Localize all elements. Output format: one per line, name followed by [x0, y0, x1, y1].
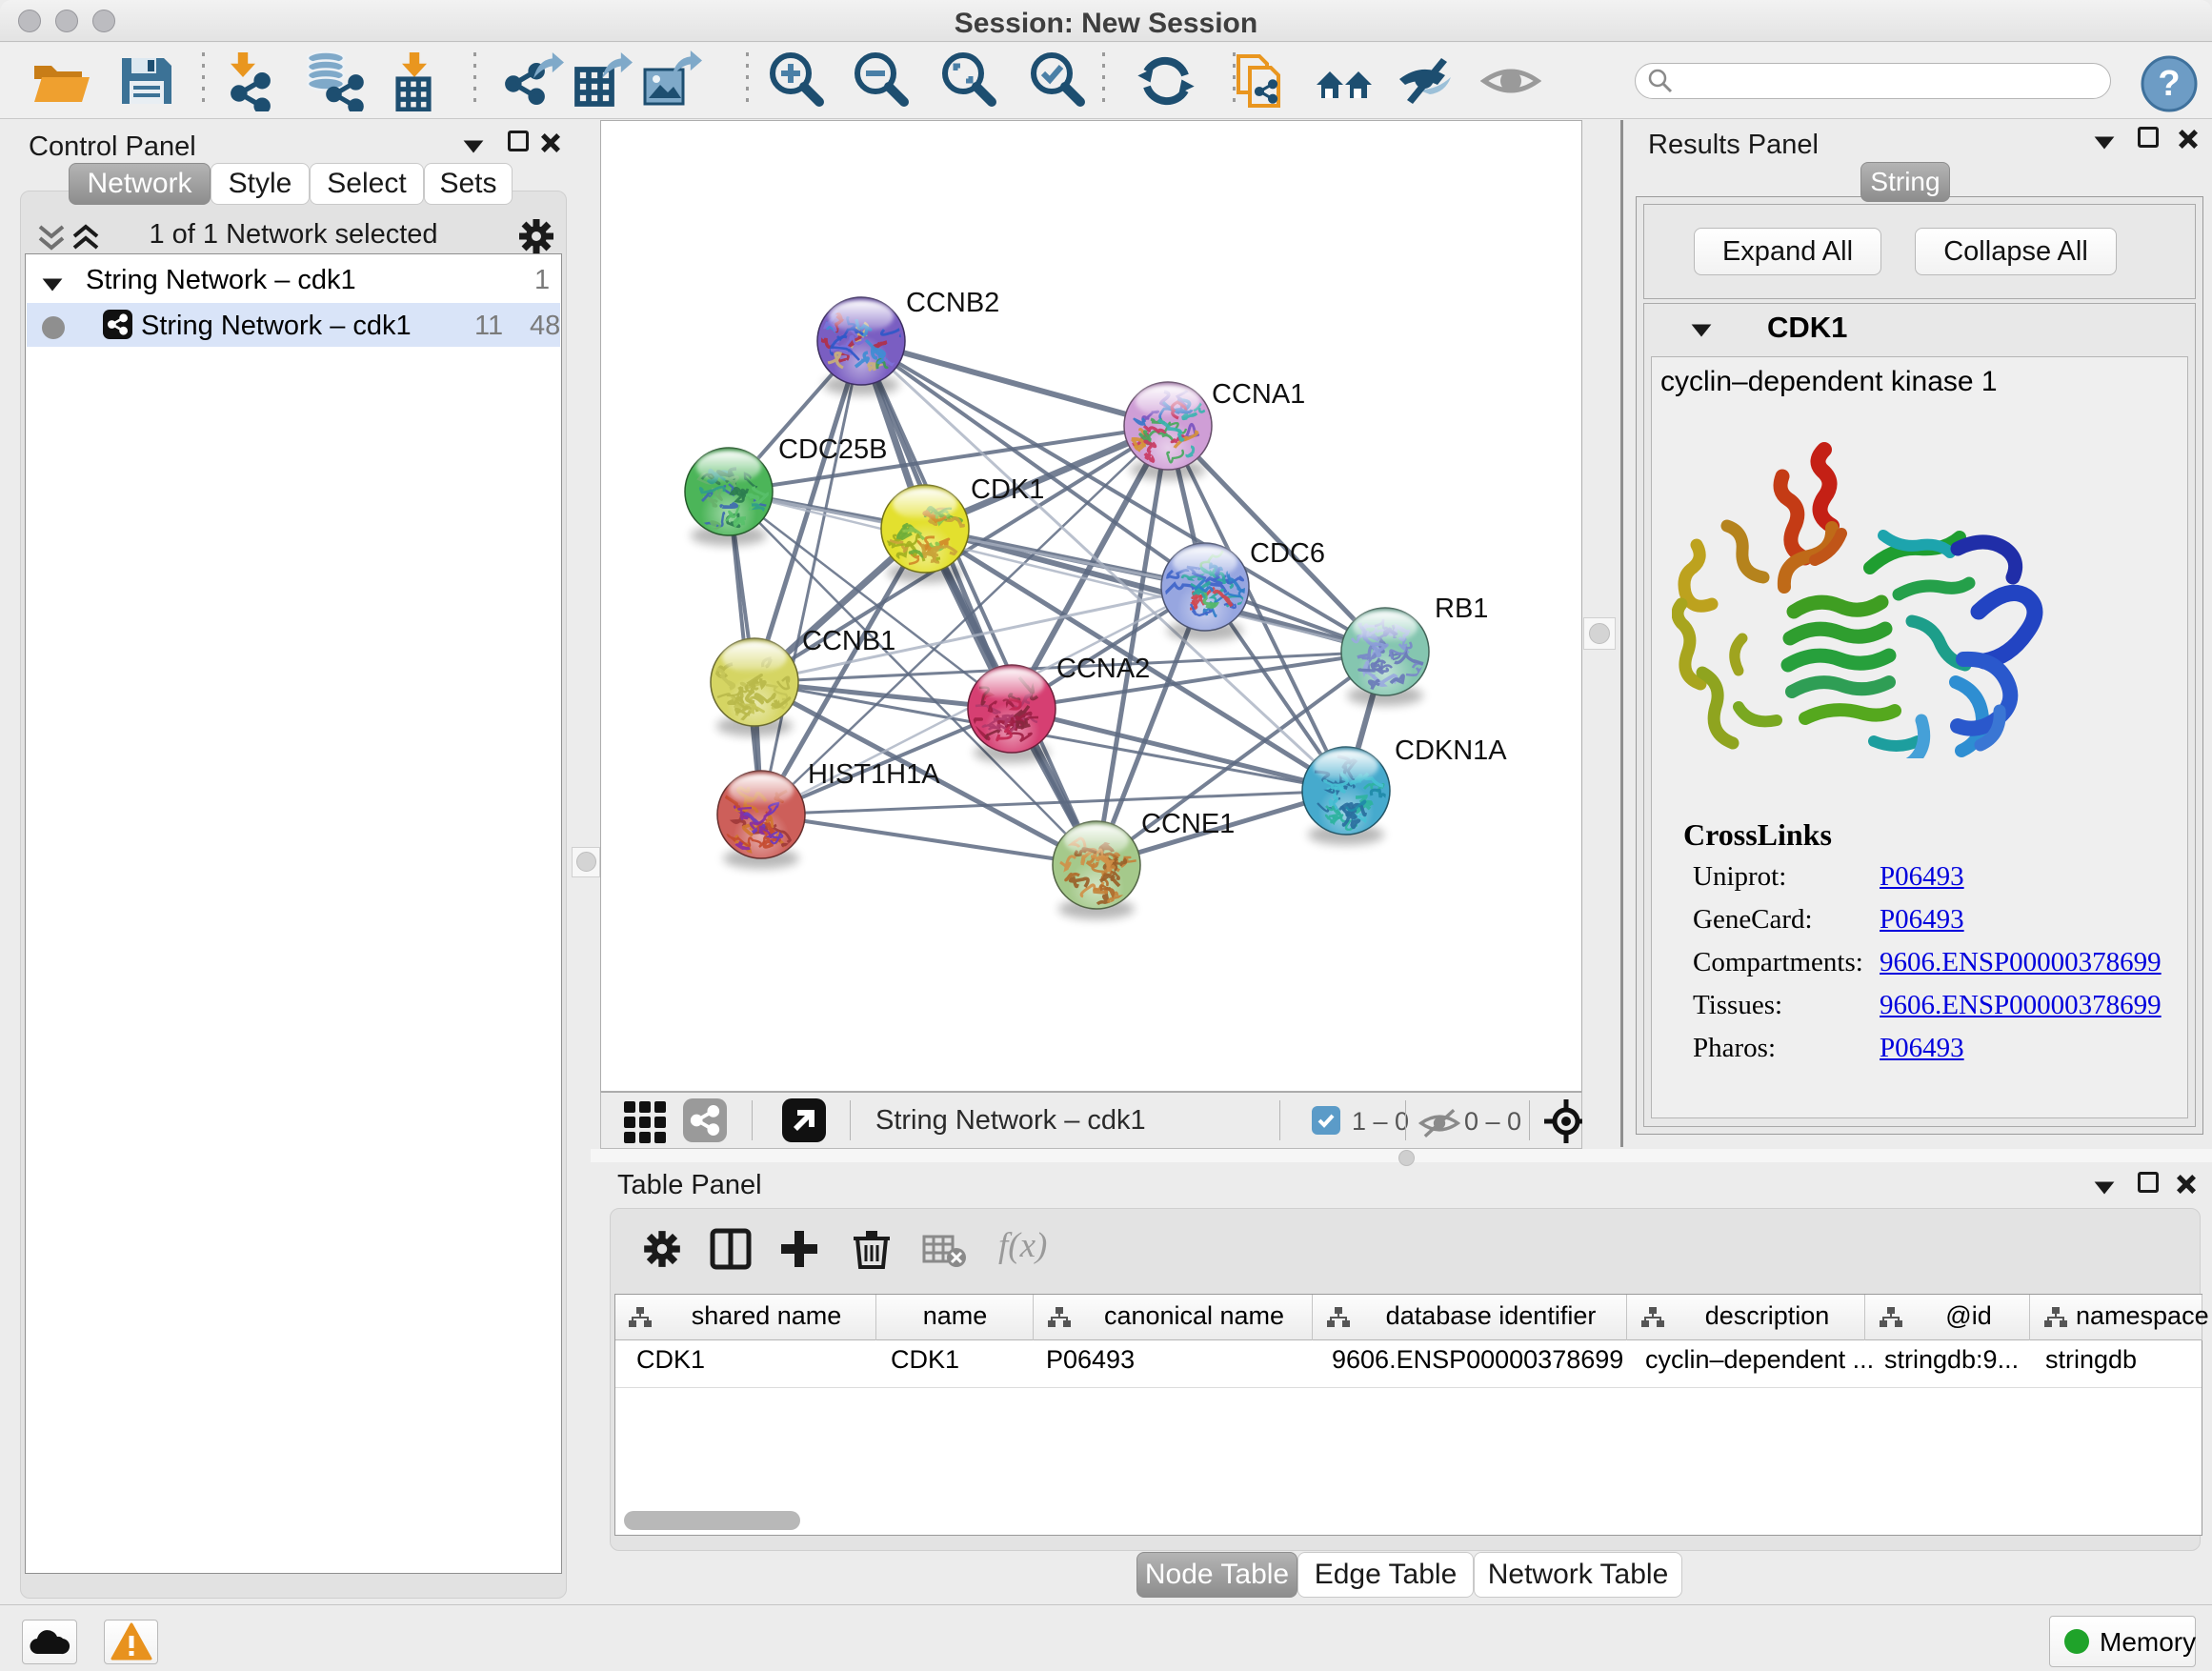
svg-text:CCNB2: CCNB2 [906, 288, 999, 318]
svg-text:RB1: RB1 [1435, 594, 1488, 624]
svg-text:CDK1: CDK1 [971, 474, 1044, 505]
svg-text:CDC25B: CDC25B [778, 434, 887, 465]
svg-text:HIST1H1A: HIST1H1A [808, 759, 940, 790]
svg-text:CCNB1: CCNB1 [802, 626, 895, 656]
svg-text:CCNA1: CCNA1 [1212, 379, 1305, 410]
svg-text:CCNE1: CCNE1 [1141, 809, 1235, 839]
svg-text:?: ? [2158, 64, 2180, 104]
svg-text:CDC6: CDC6 [1250, 538, 1325, 569]
svg-text:CCNA2: CCNA2 [1056, 654, 1150, 684]
svg-text:CDKN1A: CDKN1A [1395, 735, 1507, 766]
